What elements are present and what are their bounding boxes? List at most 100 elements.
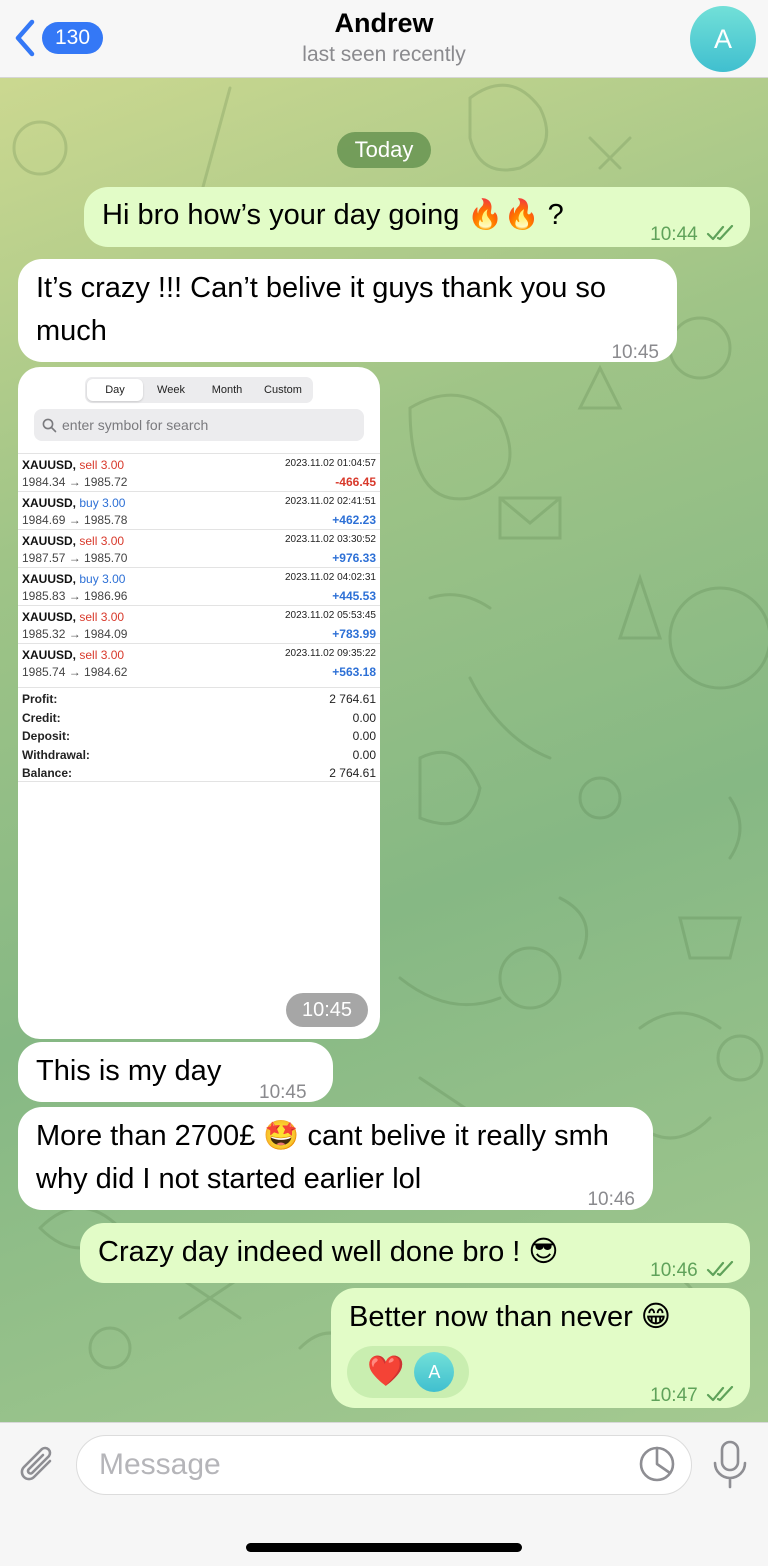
deal-prices: 1984.69 → 1985.78 — [22, 513, 128, 527]
deal-row: XAUUSD, sell 3.00 1984.34 → 1985.72 2023… — [18, 453, 380, 491]
message-time-text: 10:46 — [650, 1260, 698, 1281]
incoming-message[interactable]: It’s crazy !!! Can’t belive it guys than… — [18, 259, 677, 363]
deal-symbol: XAUUSD, buy 3.00 — [22, 496, 125, 510]
message-time: 10:45 — [611, 342, 659, 363]
deal-side: buy — [79, 572, 99, 586]
deal-profit: +783.99 — [332, 627, 376, 641]
deal-profit: -466.45 — [335, 475, 376, 489]
deal-symbol: XAUUSD, buy 3.00 — [22, 572, 125, 586]
symbol-search-field: enter symbol for search — [34, 409, 364, 441]
deal-profit: +976.33 — [332, 551, 376, 565]
deal-symbol-text: XAUUSD, — [22, 610, 77, 624]
tab-week: Week — [157, 384, 185, 396]
deal-symbol-text: XAUUSD, — [22, 458, 77, 472]
summary-row: Withdrawal: 0.00 — [18, 746, 380, 765]
sticker-icon[interactable] — [638, 1445, 676, 1483]
deal-symbol: XAUUSD, sell 3.00 — [22, 648, 124, 662]
divider — [18, 781, 380, 782]
incoming-message[interactable]: This is my day 10:45 — [18, 1042, 333, 1103]
double-check-icon — [706, 1261, 734, 1277]
deal-date: 2023.11.02 02:41:51 — [284, 496, 376, 507]
reactor-avatar: A — [414, 1352, 455, 1392]
outgoing-message[interactable]: Hi bro how’s your day going 🔥🔥 ? 10:44 — [84, 187, 750, 247]
message-time: 10:44 — [650, 213, 736, 256]
deal-symbol: XAUUSD, sell 3.00 — [22, 610, 124, 624]
deal-prices: 1985.83 → 1986.96 — [22, 589, 128, 603]
deal-symbol-text: XAUUSD, — [22, 496, 77, 510]
deal-date: 2023.11.02 01:04:57 — [284, 458, 376, 469]
message-reaction[interactable]: ❤️ A — [347, 1346, 469, 1398]
double-check-icon — [706, 1386, 734, 1402]
tab-month: Month — [211, 384, 243, 396]
message-text: Better now than never 😁 — [349, 1301, 672, 1333]
date-separator: Today — [337, 132, 431, 168]
deal-symbol-text: XAUUSD, — [22, 648, 77, 662]
deal-symbol: XAUUSD, sell 3.00 — [22, 534, 124, 548]
message-time-text: 10:47 — [650, 1385, 698, 1406]
deal-row: XAUUSD, sell 3.00 1985.74 → 1984.62 2023… — [18, 643, 380, 681]
summary-label: Withdrawal: — [22, 747, 90, 762]
search-placeholder: enter symbol for search — [62, 417, 209, 433]
message-list[interactable]: Today Hi bro how’s your day going 🔥🔥 ? 1… — [0, 78, 768, 1422]
deal-side: sell — [79, 458, 98, 472]
deal-symbol-text: XAUUSD, — [22, 572, 77, 586]
deal-date: 2023.11.02 05:53:45 — [284, 610, 376, 621]
deal-row: XAUUSD, sell 3.00 1987.57 → 1985.70 2023… — [18, 529, 380, 567]
deal-profit: +563.18 — [332, 665, 376, 679]
summary-value: 0.00 — [352, 710, 376, 725]
tab-custom: Custom — [264, 384, 302, 396]
deal-date: 2023.11.02 04:02:31 — [284, 572, 376, 583]
message-time: 10:47 — [650, 1374, 736, 1417]
summary-row: Deposit: 0.00 — [18, 727, 380, 746]
deal-symbol: XAUUSD, sell 3.00 — [22, 458, 124, 472]
message-time: 10:45 — [286, 993, 368, 1027]
image-message[interactable]: Day Week Month Custom enter symbol for s… — [18, 367, 380, 1039]
deal-prices: 1985.74 → 1984.62 — [22, 665, 128, 679]
message-time: 10:46 — [587, 1189, 635, 1210]
summary-label: Credit: — [22, 710, 61, 725]
message-input[interactable]: Message — [76, 1435, 692, 1495]
search-icon — [42, 418, 57, 433]
deal-side: sell — [79, 648, 98, 662]
deal-side: sell — [79, 534, 98, 548]
summary-value: 2 764.61 — [329, 766, 376, 781]
deal-date: 2023.11.02 09:35:22 — [284, 648, 376, 659]
microphone-icon[interactable] — [710, 1439, 750, 1491]
contact-avatar[interactable]: A — [690, 6, 756, 72]
heart-reaction-icon: ❤️ — [367, 1355, 405, 1388]
summary-row: Profit: 2 764.61 — [18, 690, 380, 709]
paperclip-icon[interactable] — [16, 1441, 60, 1489]
outgoing-message[interactable]: Crazy day indeed well done bro ! 😎 10:46 — [80, 1223, 750, 1283]
summary-value: 0.00 — [352, 747, 376, 762]
message-text: It’s crazy !!! Can’t belive it guys than… — [36, 272, 607, 347]
message-time: 10:46 — [650, 1249, 736, 1292]
deal-side: sell — [79, 610, 98, 624]
chat-title[interactable]: Andrew — [0, 8, 768, 39]
deal-profit: +445.53 — [332, 589, 376, 603]
summary-value: 0.00 — [352, 729, 376, 744]
message-text: Hi bro how’s your day going 🔥🔥 ? — [102, 199, 564, 231]
message-text: Crazy day indeed well done bro ! 😎 — [98, 1236, 559, 1268]
message-composer: Message — [0, 1422, 768, 1566]
incoming-message[interactable]: More than 2700£ 🤩 cant belive it really … — [18, 1107, 653, 1210]
message-text: This is my day — [36, 1055, 222, 1087]
summary-row: Credit: 0.00 — [18, 709, 380, 728]
outgoing-message[interactable]: Better now than never 😁 ❤️ A 10:47 — [331, 1288, 750, 1408]
chat-status: last seen recently — [302, 43, 466, 66]
deal-prices: 1985.32 → 1984.09 — [22, 627, 128, 641]
deal-volume: 3.00 — [102, 496, 126, 510]
double-check-icon — [706, 225, 734, 241]
summary-label: Profit: — [22, 692, 58, 706]
deal-symbol-text: XAUUSD, — [22, 534, 77, 548]
home-indicator — [246, 1543, 522, 1552]
deal-volume: 3.00 — [100, 534, 125, 548]
period-segmented-control: Day Week Month Custom — [85, 377, 313, 403]
deals-list: XAUUSD, sell 3.00 1984.34 → 1985.72 2023… — [18, 453, 380, 681]
deal-volume: 3.00 — [100, 648, 125, 662]
deal-row: XAUUSD, buy 3.00 1985.83 → 1986.96 2023.… — [18, 567, 380, 605]
summary-label: Deposit: — [22, 729, 70, 744]
deal-prices: 1987.57 → 1985.70 — [22, 551, 128, 565]
deal-row: XAUUSD, buy 3.00 1984.69 → 1985.78 2023.… — [18, 491, 380, 529]
chat-header: 130 Andrew last seen recently A — [0, 0, 768, 78]
message-time-text: 10:44 — [650, 224, 698, 245]
